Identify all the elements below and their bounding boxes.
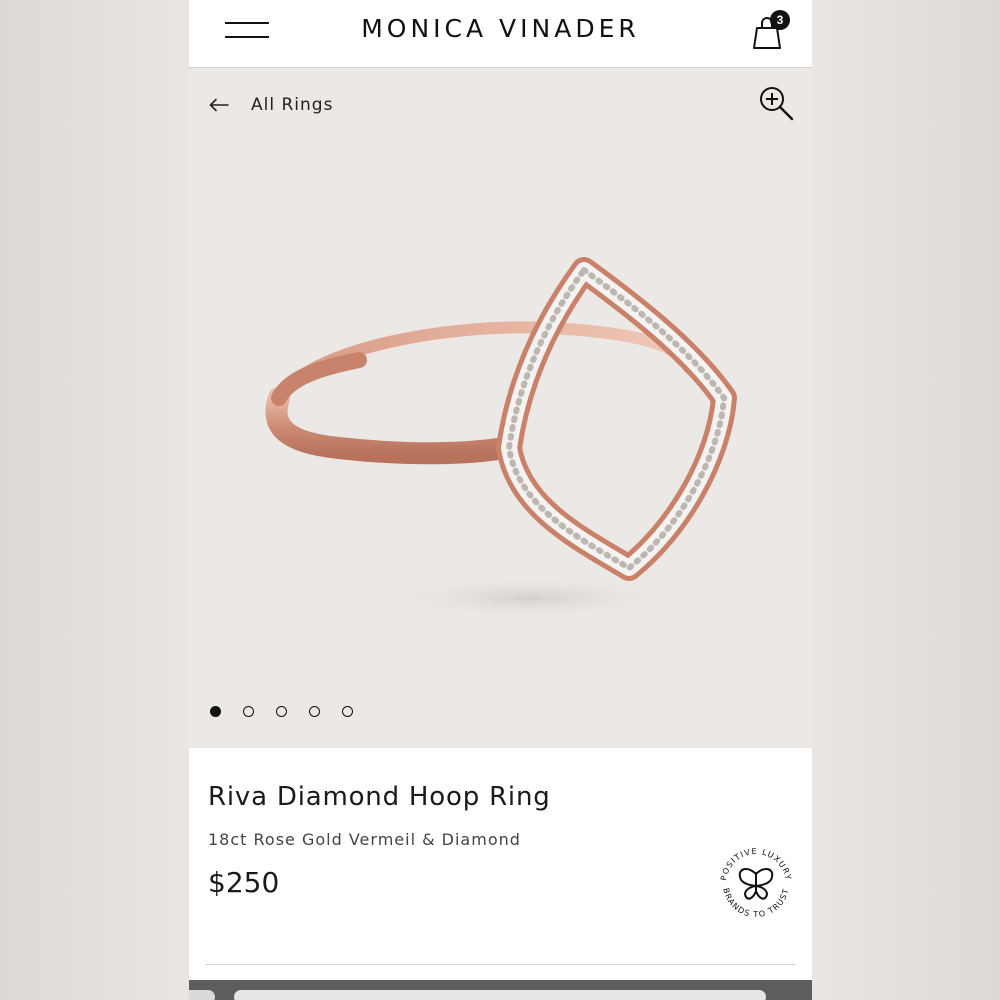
product-gallery[interactable]: All Rings: [189, 68, 812, 748]
toolbar-left-control[interactable]: [189, 990, 215, 1000]
product-price: $250: [208, 866, 280, 899]
right-backdrop: [812, 0, 1000, 1000]
product-material: 18ct Rose Gold Vermeil & Diamond: [208, 830, 521, 849]
brand-logo[interactable]: MONICA VINADER: [189, 14, 812, 44]
divider: [206, 964, 795, 965]
product-page: MONICA VINADER 3 All Rings Riva Diamond …: [189, 0, 812, 1000]
gallery-dot-1[interactable]: [210, 706, 221, 717]
gallery-dot-2[interactable]: [243, 706, 254, 717]
butterfly-icon: [738, 868, 774, 900]
toolbar-pill[interactable]: [234, 990, 766, 1000]
cart-button[interactable]: 3: [751, 10, 791, 50]
gallery-dot-3[interactable]: [276, 706, 287, 717]
left-backdrop: [0, 0, 189, 1000]
gallery-dot-5[interactable]: [342, 706, 353, 717]
zoom-button[interactable]: [757, 84, 797, 124]
product-title: Riva Diamond Hoop Ring: [208, 782, 551, 812]
gallery-dot-4[interactable]: [309, 706, 320, 717]
ring-product-image[interactable]: [249, 228, 769, 648]
zoom-in-icon: [760, 87, 794, 121]
cart-count-badge: 3: [770, 10, 790, 30]
gallery-pagination: [210, 706, 353, 717]
product-info: Riva Diamond Hoop Ring 18ct Rose Gold Ve…: [189, 748, 812, 1000]
back-link-label: All Rings: [251, 95, 334, 115]
site-header: MONICA VINADER 3: [189, 0, 812, 68]
back-to-all-rings-link[interactable]: All Rings: [209, 92, 333, 118]
arrow-left-icon: [209, 98, 229, 112]
bottom-toolbar: [189, 980, 812, 1000]
positive-luxury-badge[interactable]: POSITIVE LUXURY BRANDS TO TRUST: [714, 842, 798, 926]
